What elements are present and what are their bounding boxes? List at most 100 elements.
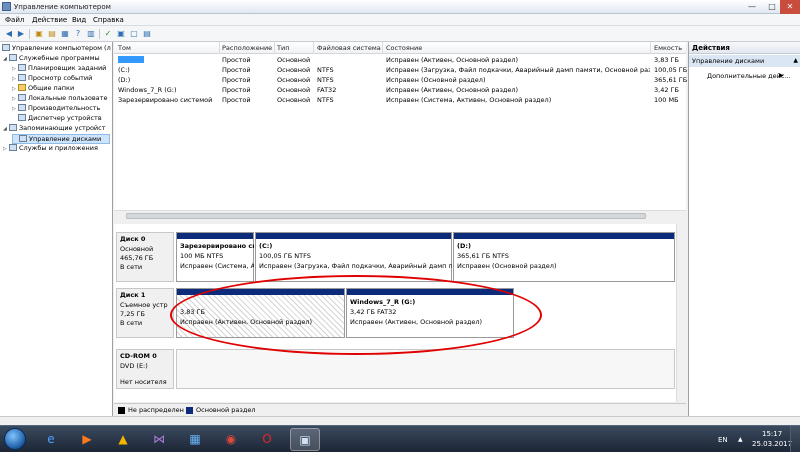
menu-action[interactable]: Действие [32,16,67,24]
attach-vhd-icon[interactable]: ▢ [129,29,139,39]
maximize-button[interactable]: □ [762,0,782,14]
tree-task-scheduler[interactable]: ▷ Планировщик заданий [12,64,112,74]
table-row[interactable]: (D:) Простой Основной NTFS Исправен (Осн… [114,75,687,85]
disk-1-label[interactable]: Диск 1 Съемное устр 7,25 ГБ В сети [116,288,174,338]
column-divider[interactable] [382,42,383,54]
media-player-icon[interactable]: ▶ [72,428,102,451]
storage-icon [9,124,17,131]
device-manager-icon [18,114,26,121]
opera-icon[interactable]: O [252,428,282,451]
partition-bar [177,233,253,239]
column-divider[interactable] [313,42,314,54]
show-desktop-button[interactable] [790,426,800,452]
app-icon [2,2,11,11]
tree-local-users[interactable]: ▷ Локальные пользовате [12,94,112,104]
menu-file[interactable]: Файл [5,16,24,24]
disk-0-label[interactable]: Диск 0 Основной 465,76 ГБ В сети [116,232,174,282]
computer-icon [2,44,10,51]
partition-bar [177,289,344,295]
partition-c[interactable]: (C:) 100,05 ГБ NTFS Исправен (Загрузка, … [255,232,452,282]
cdrom-0-label[interactable]: CD-ROM 0 DVD (E:) Нет носителя [116,349,174,389]
partition-bar [347,289,513,295]
computer-management-taskbar-button[interactable]: ▣ [290,428,320,451]
rescan-icon[interactable]: ✓ [103,29,113,39]
column-divider[interactable] [219,42,220,54]
tree-services-apps[interactable]: ▷ Службы и приложения [3,144,112,154]
tree-disk-management[interactable]: Управление дисками [12,134,110,144]
partition-removable-unnamed[interactable]: 3,83 ГБ Исправен (Активен, Основной разд… [176,288,345,338]
table-row[interactable]: Зарезервировано системой Простой Основно… [114,95,686,105]
status-bar [0,416,800,425]
actions-section-disk-management[interactable]: Управление дисками ▲ [689,55,800,67]
tree-device-manager[interactable]: Диспетчер устройств [12,114,112,124]
toolbar: ◀ ▶ ▣ ▤ ▦ ? ▥ ✓ ▣ ▢ ▤ [0,26,800,42]
disk-map: Диск 0 Основной 465,76 ГБ В сети Зарезер… [114,224,686,402]
cdrom-0-area[interactable] [176,349,675,389]
minimize-button[interactable]: — [742,0,762,14]
title-bar: Управление компьютером — □ ✕ [0,0,800,14]
primary-partition-swatch [186,407,193,414]
aimp-icon[interactable]: ▲ [108,428,138,451]
tray-show-hidden-icon[interactable]: ▲ [738,436,743,443]
toolbar-separator [29,29,30,39]
internet-explorer-icon[interactable]: e [36,428,66,451]
tree-root[interactable]: Управление компьютером (л [2,44,112,54]
tree-system-tools[interactable]: ◢ Служебные программы [3,54,112,64]
table-row[interactable]: Простой Основной Исправен (Активен, Осно… [114,55,686,65]
help-icon[interactable]: ? [73,29,83,39]
tree-storage[interactable]: ◢ Запоминающие устройст [3,124,112,134]
visual-studio-icon[interactable]: ⋈ [144,428,174,451]
cdrom-0-name: CD-ROM 0 [120,352,157,360]
back-icon[interactable]: ◀ [4,29,14,39]
column-status[interactable]: Состояние [386,44,422,52]
tree-event-viewer[interactable]: ▷ Просмотр событий [12,74,112,84]
start-button[interactable] [4,428,26,450]
column-filesystem[interactable]: Файловая система [317,44,381,52]
explorer-icon[interactable]: ▦ [180,428,210,451]
close-button[interactable]: ✕ [780,0,800,14]
performance-icon [18,104,26,111]
properties-icon[interactable]: ▦ [60,29,70,39]
language-indicator[interactable]: EN [718,436,728,444]
tree-performance[interactable]: ▷ Производительность [12,104,112,114]
up-folder-icon[interactable]: ▣ [34,29,44,39]
services-icon [9,144,17,151]
show-tree-icon[interactable]: ▤ [47,29,57,39]
column-divider[interactable] [274,42,275,54]
create-vhd-icon[interactable]: ▣ [116,29,126,39]
disk-volume-icon [118,56,144,63]
tree-shared-folders[interactable]: ▷ Общие папки [12,84,112,94]
volume-list-header: Том Расположение Тип Файловая система Со… [114,42,686,54]
chrome-icon[interactable]: ◉ [216,428,246,451]
more-actions-link[interactable]: Дополнительные дейс... ▶ [707,72,791,80]
actions-header: Действия [689,42,800,54]
volume-list-horizontal-scrollbar[interactable] [114,210,686,220]
menu-view[interactable]: Вид [72,16,86,24]
partition-d[interactable]: (D:) 365,61 ГБ NTFS Исправен (Основной р… [453,232,675,282]
partition-bar [454,233,674,239]
table-row[interactable]: (C:) Простой Основной NTFS Исправен (Заг… [114,65,687,75]
column-type[interactable]: Тип [277,44,289,52]
menu-help[interactable]: Справка [93,16,124,24]
partition-g[interactable]: Windows_7_R (G:) 3,42 ГБ FAT32 Исправен … [346,288,514,338]
scrollbar-thumb[interactable] [126,213,646,219]
table-row[interactable]: Windows_7_R (G:) Простой Основной FAT32 … [114,85,686,95]
disk-map-vertical-scrollbar[interactable] [676,224,686,402]
collapse-up-icon[interactable]: ▲ [793,57,798,64]
view-icon[interactable]: ▥ [86,29,96,39]
clock-time[interactable]: 15:17 [762,430,782,438]
shared-folder-icon [18,84,26,91]
clock-date[interactable]: 25.03.2017 [752,440,792,448]
forward-icon[interactable]: ▶ [16,29,26,39]
window-title: Управление компьютером [14,3,111,11]
menu-bar: Файл Действие Вид Справка [0,14,800,26]
column-layout[interactable]: Расположение [222,44,272,52]
column-capacity[interactable]: Емкость [654,44,682,52]
partition-bar [256,233,451,239]
refresh-icon[interactable]: ▤ [142,29,152,39]
users-icon [18,94,26,101]
column-volume[interactable]: Том [118,44,131,52]
partition-system-reserved[interactable]: Зарезервировано си 100 МБ NTFS Исправен … [176,232,254,282]
column-divider[interactable] [650,42,651,54]
toolbar-separator [99,29,100,39]
